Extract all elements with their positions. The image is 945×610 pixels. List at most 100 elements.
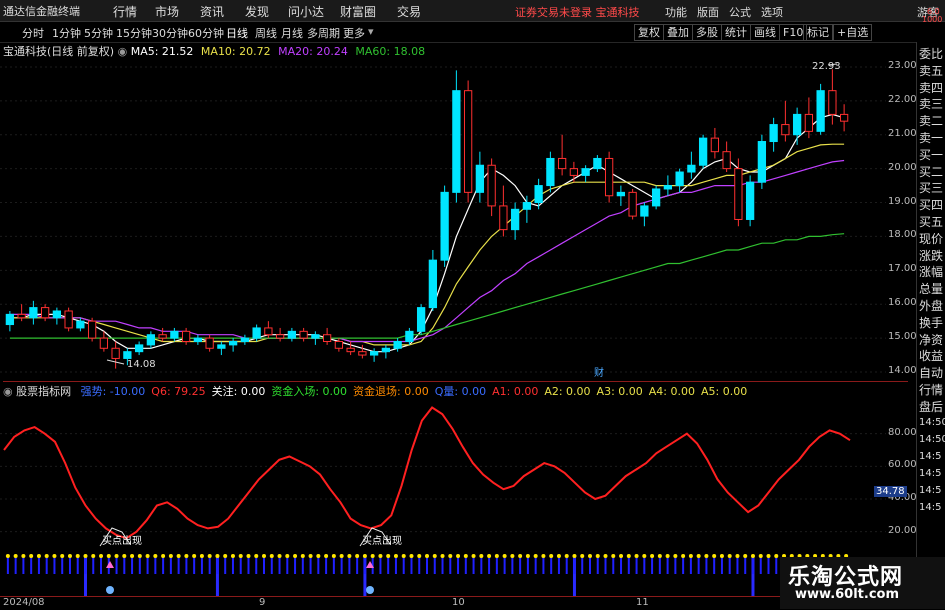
side-panel-item[interactable]: 委比 bbox=[919, 45, 943, 62]
menu-faxian[interactable]: 发现 bbox=[245, 3, 269, 20]
side-panel-item[interactable]: 自动 bbox=[919, 364, 943, 381]
login-notice[interactable]: 证券交易未登录 宝通科技 bbox=[515, 4, 640, 20]
candle-body[interactable] bbox=[781, 124, 790, 136]
candle-body[interactable] bbox=[522, 202, 532, 210]
side-panel-item[interactable]: 涨幅 bbox=[919, 263, 943, 280]
candle-body[interactable] bbox=[358, 351, 367, 356]
side-panel-item[interactable]: 收益 bbox=[919, 347, 943, 364]
finance-event-marker[interactable]: 财 bbox=[594, 366, 604, 379]
fuquan-button[interactable]: 复权 bbox=[634, 24, 664, 41]
candle-body[interactable] bbox=[651, 188, 661, 207]
candle-body[interactable] bbox=[123, 351, 132, 359]
menu-hangqing[interactable]: 行情 bbox=[113, 3, 137, 20]
candle-body[interactable] bbox=[170, 330, 179, 339]
side-panel-item[interactable]: 买四 bbox=[919, 196, 943, 213]
candle-body[interactable] bbox=[252, 327, 261, 339]
candle-body[interactable] bbox=[757, 141, 767, 183]
multi-stock-button[interactable]: 多股 bbox=[692, 24, 722, 41]
side-panel-item[interactable]: 买五 bbox=[919, 213, 943, 230]
period-multi[interactable]: 多周期 bbox=[307, 25, 340, 41]
candle-body[interactable] bbox=[569, 168, 579, 176]
candle-body[interactable] bbox=[393, 340, 402, 349]
period-daily[interactable]: 日线 bbox=[226, 25, 248, 41]
side-panel-item[interactable]: 净资 bbox=[919, 331, 943, 348]
candle-body[interactable] bbox=[346, 347, 355, 353]
candle-body[interactable] bbox=[158, 334, 167, 339]
candle-body[interactable] bbox=[111, 347, 120, 359]
candle-body[interactable] bbox=[5, 313, 15, 326]
candle-body[interactable] bbox=[510, 208, 520, 231]
side-panel-item[interactable]: 卖二 bbox=[919, 112, 943, 129]
menu-zixun[interactable]: 资讯 bbox=[200, 3, 224, 20]
candle-body[interactable] bbox=[792, 113, 802, 136]
candle-body[interactable] bbox=[487, 164, 496, 207]
candle-body[interactable] bbox=[193, 337, 203, 342]
candle-body[interactable] bbox=[134, 344, 144, 353]
candle-body[interactable] bbox=[722, 151, 731, 170]
chevron-down-icon[interactable]: ▾ bbox=[368, 25, 374, 38]
side-panel-item[interactable]: 买一 bbox=[919, 146, 943, 163]
candle-body[interactable] bbox=[146, 334, 156, 346]
candle-body[interactable] bbox=[804, 113, 814, 132]
candle-body[interactable] bbox=[687, 164, 696, 173]
candle-body[interactable] bbox=[557, 157, 567, 170]
candle-body[interactable] bbox=[181, 330, 191, 342]
period-weekly[interactable]: 周线 bbox=[255, 25, 277, 41]
side-panel-item[interactable]: 行情 bbox=[919, 381, 943, 398]
side-panel-item[interactable]: 外盘 bbox=[919, 297, 943, 314]
add-watchlist-button[interactable]: +自选 bbox=[833, 24, 873, 41]
period-more[interactable]: 更多 bbox=[343, 25, 365, 41]
candle-body[interactable] bbox=[76, 320, 85, 329]
draw-line-button[interactable]: 画线 bbox=[750, 24, 780, 41]
candle-body[interactable] bbox=[440, 191, 449, 261]
candle-body[interactable] bbox=[240, 337, 250, 342]
period-15min[interactable]: 15分钟 bbox=[116, 25, 152, 41]
candle-body[interactable] bbox=[828, 90, 837, 115]
side-panel-item[interactable]: 现价 bbox=[919, 230, 943, 247]
period-monthly[interactable]: 月线 bbox=[281, 25, 303, 41]
stats-button[interactable]: 统计 bbox=[721, 24, 751, 41]
candle-body[interactable] bbox=[99, 337, 109, 349]
period-fenshi[interactable]: 分时 bbox=[22, 25, 44, 41]
candle-body[interactable] bbox=[299, 330, 308, 339]
candle-body[interactable] bbox=[40, 307, 50, 319]
candle-body[interactable] bbox=[228, 340, 238, 346]
candle-body[interactable] bbox=[52, 310, 62, 319]
candle-body[interactable] bbox=[381, 347, 391, 353]
candle-body[interactable] bbox=[734, 168, 743, 220]
candle-body[interactable] bbox=[405, 330, 414, 342]
candle-body[interactable] bbox=[698, 137, 708, 166]
menu-banmian[interactable]: 版面 bbox=[697, 4, 719, 20]
candle-body[interactable] bbox=[311, 334, 320, 339]
candle-body[interactable] bbox=[616, 191, 626, 197]
candle-body[interactable] bbox=[205, 337, 214, 349]
candle-body[interactable] bbox=[29, 307, 38, 319]
period-60min[interactable]: 60分钟 bbox=[188, 25, 224, 41]
menu-gongshi[interactable]: 公式 bbox=[729, 4, 751, 20]
candle-body[interactable] bbox=[546, 157, 555, 187]
menu-caifuquan[interactable]: 财富圈 bbox=[340, 3, 376, 20]
side-panel-item[interactable]: 卖三 bbox=[919, 95, 943, 112]
menu-shichang[interactable]: 市场 bbox=[155, 3, 179, 20]
candle-body[interactable] bbox=[640, 205, 649, 217]
period-5min[interactable]: 5分钟 bbox=[84, 25, 113, 41]
mark-button[interactable]: 标记 bbox=[803, 24, 833, 41]
candle-body[interactable] bbox=[416, 307, 426, 332]
candle-body[interactable] bbox=[816, 90, 825, 132]
side-panel-item[interactable]: 涨跌 bbox=[919, 247, 943, 264]
candle-body[interactable] bbox=[452, 90, 461, 193]
candle-body[interactable] bbox=[475, 164, 485, 193]
candle-body[interactable] bbox=[217, 344, 226, 349]
candle-body[interactable] bbox=[264, 327, 273, 336]
candle-body[interactable] bbox=[17, 313, 26, 319]
candle-body[interactable] bbox=[428, 259, 438, 309]
menu-gongneng[interactable]: 功能 bbox=[665, 4, 687, 20]
side-panel-item[interactable]: 总量 bbox=[919, 280, 943, 297]
candle-body[interactable] bbox=[710, 137, 720, 153]
candle-body[interactable] bbox=[675, 171, 684, 187]
candle-body[interactable] bbox=[628, 191, 637, 217]
side-panel-item[interactable]: 买二 bbox=[919, 163, 943, 180]
candle-body[interactable] bbox=[322, 334, 332, 342]
candle-body[interactable] bbox=[287, 330, 297, 339]
side-panel-item[interactable]: 盘后 bbox=[919, 398, 943, 415]
